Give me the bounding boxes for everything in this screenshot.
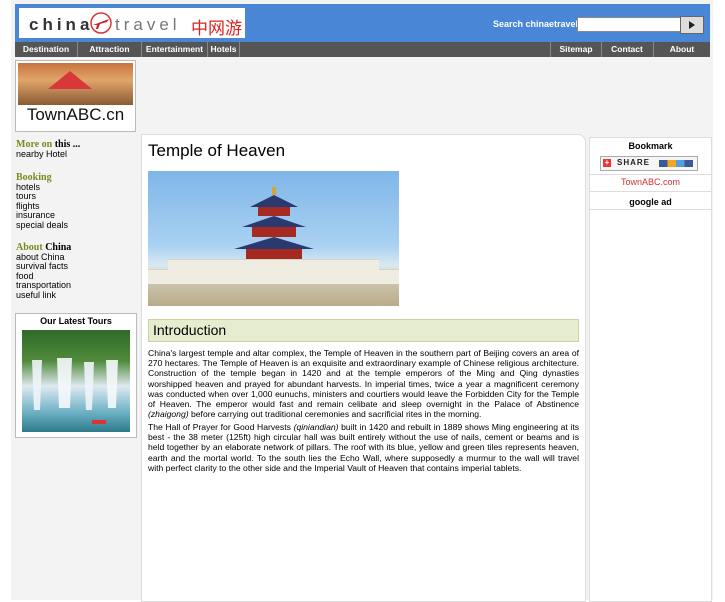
intro-heading: Introduction (153, 322, 227, 338)
latest-tours-title: Our Latest Tours (40, 316, 112, 326)
divider (590, 209, 711, 210)
roof-tier-2 (242, 216, 306, 227)
site-logo[interactable]: china travel 中网游 (19, 8, 245, 39)
intro-heading-bar: Introduction (148, 319, 579, 342)
nav-destination[interactable]: Destination (15, 42, 78, 57)
townabc-com-link[interactable]: TownABC.com (590, 177, 711, 187)
p1-text: China's largest temple and altar complex… (148, 348, 579, 410)
about-suffix: China (45, 241, 72, 253)
nav-sitemap[interactable]: Sitemap (550, 42, 602, 57)
divider (590, 191, 711, 192)
site-header: china travel 中网游 Search chinaetravel : (15, 4, 710, 42)
logo-travel-text: travel (115, 15, 181, 34)
logo-china-text: china (29, 15, 94, 34)
logo-chinese-text: 中网游 (191, 19, 242, 39)
main-content: Temple of Heaven Introduction China's la… (141, 134, 586, 602)
waterfall-graphic (32, 358, 118, 424)
booking-heading-text: Booking (16, 171, 52, 183)
nav-attraction[interactable]: Attraction (78, 42, 142, 57)
roof-tier-1 (234, 237, 314, 249)
divider (590, 174, 711, 175)
sidebar-link-special-deals[interactable]: special deals (16, 220, 134, 231)
main-nav: Destination Attraction Entertainment Hot… (15, 42, 710, 57)
p1-end: before carrying out traditional ceremoni… (191, 409, 482, 420)
airplane-icon (90, 12, 112, 34)
bookmark-title: Bookmark (628, 141, 673, 151)
townabc-logo-text: TownABC.cn (26, 105, 125, 124)
house-roof-icon (48, 71, 92, 89)
play-arrow-icon (689, 21, 695, 29)
sidebar-link-survival-facts[interactable]: survival facts (16, 262, 134, 272)
hall-top (258, 207, 290, 216)
about-china-heading: About China (16, 242, 134, 253)
search-label: Search chinaetravel : (493, 19, 584, 29)
intro-paragraph-1: China's largest temple and altar complex… (148, 348, 579, 419)
p2-start: The Hall of Prayer for Good Harvests (148, 422, 291, 432)
intro-paragraph-2: The Hall of Prayer for Good Harvests (qi… (148, 422, 579, 473)
golden-finial (272, 187, 276, 195)
search-input[interactable] (577, 17, 681, 32)
townabc-logo[interactable]: TownABC.cn (15, 60, 136, 132)
social-icons (659, 160, 693, 167)
about-prefix: About (16, 241, 43, 253)
p1-italic: (zhaigong) (148, 409, 189, 420)
nav-contact[interactable]: Contact (601, 42, 654, 57)
terrace-mid (168, 259, 379, 270)
nav-about[interactable]: About (654, 42, 710, 57)
nav-entertainment[interactable]: Entertainment (142, 42, 208, 57)
share-label: SHARE (617, 158, 651, 167)
latest-tours-box: Our Latest Tours (15, 313, 137, 438)
nav-hotels[interactable]: Hotels (208, 42, 240, 57)
search-button[interactable] (680, 16, 704, 34)
p2-italic: (qiniandian) (293, 422, 339, 432)
booking-heading: Booking (16, 172, 134, 183)
roof-tier-3 (250, 195, 298, 207)
sidebar-link-useful-link[interactable]: useful link (16, 290, 134, 301)
hall-middle (252, 227, 296, 237)
plus-icon: + (603, 158, 611, 167)
share-button[interactable]: + SHARE (600, 156, 698, 171)
terrace-lower (148, 269, 399, 284)
google-ad-title: google ad (629, 197, 672, 207)
left-sidebar: More on this ... nearby Hotel Booking ho… (16, 139, 134, 301)
page-title: Temple of Heaven (148, 141, 286, 160)
temple-of-heaven-image (148, 171, 399, 306)
townabc-banner-image (18, 63, 133, 105)
hall-base (246, 249, 302, 259)
right-sidebar: Bookmark + SHARE TownABC.com google ad (589, 137, 712, 602)
waterfall-tour-image[interactable] (22, 330, 130, 432)
sidebar-link-nearby-hotel[interactable]: nearby Hotel (16, 149, 134, 160)
